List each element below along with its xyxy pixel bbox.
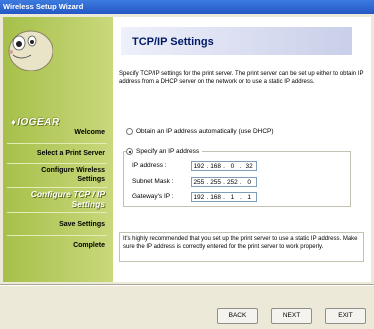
next-button[interactable]: NEXT — [271, 308, 312, 324]
gateway-octet-2[interactable]: 168 — [209, 194, 223, 201]
brand-logo: ♦IOGEAR — [11, 117, 60, 128]
ip-address-input[interactable]: 192. 168. 0. 32 — [191, 161, 257, 171]
ip-octet-3[interactable]: 0 — [226, 163, 240, 170]
subnet-mask-label: Subnet Mask : — [132, 178, 174, 185]
header-band: TCP/IP Settings — [121, 27, 352, 55]
wizard-content: TCP/IP Settings Specify TCP/IP settings … — [113, 17, 371, 282]
subnet-mask-input[interactable]: 255. 255. 252. 0 — [191, 177, 257, 187]
brand-name: IOGEAR — [17, 117, 60, 128]
exit-button[interactable]: EXIT — [325, 308, 366, 324]
page-description: Specify TCP/IP settings for the print se… — [119, 71, 364, 85]
step-divider — [7, 163, 107, 164]
gateway-octet-1[interactable]: 192 — [192, 194, 206, 201]
step-configure-tcpip: Configure TCP / IP Settings — [31, 189, 105, 209]
ip-octet-2[interactable]: 168 — [209, 163, 223, 170]
step-save-settings: Save Settings — [59, 221, 105, 228]
window-titlebar: Wireless Setup Wizard — [0, 0, 374, 14]
gateway-input[interactable]: 192. 168. 1. 1 — [191, 192, 257, 202]
mask-octet-1[interactable]: 255 — [192, 179, 206, 186]
step-complete: Complete — [73, 242, 105, 249]
gateway-octet-3[interactable]: 1 — [226, 194, 240, 201]
step-divider — [7, 143, 107, 144]
brand-logo-icon: ♦ — [11, 117, 17, 127]
mask-octet-3[interactable]: 252 — [226, 179, 240, 186]
static-ip-label: Specify an IP address — [136, 148, 200, 155]
step-select-print-server: Select a Print Server — [36, 150, 105, 157]
wizard-sidebar: ♦IOGEAR Welcome Select a Print Server Co… — [3, 17, 113, 282]
dhcp-radio[interactable] — [126, 128, 133, 135]
ip-octet-4[interactable]: 32 — [242, 163, 256, 170]
step-divider — [7, 235, 107, 236]
step-configure-wireless-line2: Settings — [77, 176, 105, 183]
recommendation-note: It's highly recommended that you set up … — [119, 232, 364, 262]
static-ip-radio[interactable] — [126, 148, 133, 155]
static-ip-option[interactable]: Specify an IP address — [126, 148, 203, 155]
back-button[interactable]: BACK — [217, 308, 258, 324]
mascot-icon — [8, 30, 53, 71]
ip-octet-1[interactable]: 192 — [192, 163, 206, 170]
step-divider — [7, 187, 107, 188]
mask-octet-2[interactable]: 255 — [209, 179, 223, 186]
ip-address-label: IP address : — [132, 162, 167, 169]
step-divider — [7, 212, 107, 213]
step-configure-tcpip-line2: Settings — [71, 199, 105, 209]
gateway-octet-4[interactable]: 1 — [242, 194, 256, 201]
footer-divider — [0, 284, 374, 286]
step-configure-wireless: Configure Wireless Settings — [41, 166, 105, 184]
dhcp-option[interactable]: Obtain an IP address automatically (use … — [126, 128, 274, 135]
step-welcome: Welcome — [74, 129, 105, 136]
mask-octet-4[interactable]: 0 — [242, 179, 256, 186]
step-configure-tcpip-line1: Configure TCP / IP — [30, 189, 105, 199]
dhcp-label: Obtain an IP address automatically (use … — [136, 128, 274, 135]
gateway-label: Gateway's IP : — [132, 193, 174, 200]
page-title: TCP/IP Settings — [132, 36, 214, 48]
step-configure-wireless-line1: Configure Wireless — [41, 167, 105, 174]
